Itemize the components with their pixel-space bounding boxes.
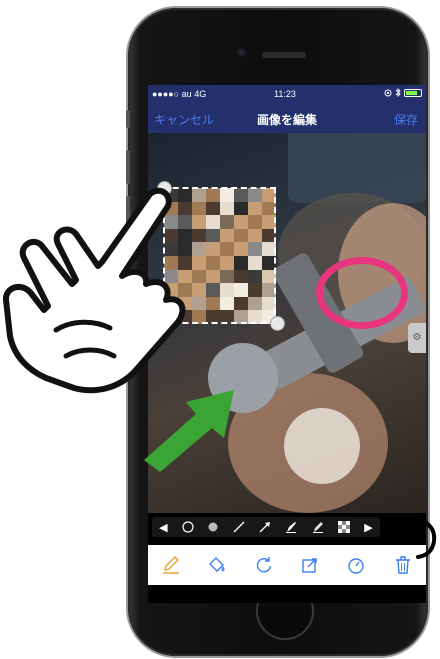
speaker-grille bbox=[262, 52, 306, 58]
paint-bucket-icon[interactable] bbox=[203, 551, 231, 579]
carrier-signal: ●●●●○ au 4G bbox=[152, 89, 207, 99]
bottom-toolbar bbox=[148, 545, 426, 585]
rotate-icon[interactable] bbox=[250, 551, 278, 579]
bluetooth-icon bbox=[395, 88, 401, 97]
save-button[interactable]: 保存 bbox=[394, 111, 418, 128]
pointing-hand-icon bbox=[3, 187, 186, 394]
line-icon[interactable] bbox=[233, 521, 245, 533]
pencil-icon[interactable] bbox=[157, 551, 185, 579]
highlighter-icon[interactable] bbox=[312, 521, 324, 533]
mute-switch bbox=[126, 110, 130, 128]
timer-icon[interactable] bbox=[342, 551, 370, 579]
status-time: 11:23 bbox=[274, 89, 296, 99]
crop-icon[interactable] bbox=[296, 551, 324, 579]
status-bar: ●●●●○ au 4G 11:23 bbox=[148, 85, 426, 103]
magnifier-loupe bbox=[284, 408, 360, 484]
settings-tab[interactable]: ⚙ bbox=[408, 323, 426, 353]
battery-icon bbox=[404, 88, 422, 97]
mosaic-icon[interactable] bbox=[337, 521, 350, 533]
right-arrow-icon[interactable]: ▶ bbox=[364, 521, 372, 534]
marker-icon[interactable] bbox=[285, 521, 297, 533]
rotation-lock-icon bbox=[384, 89, 392, 96]
filled-circle-icon[interactable] bbox=[208, 522, 218, 532]
status-icons bbox=[384, 88, 422, 97]
drawing-tool-strip: ◀ ▶ bbox=[152, 517, 380, 537]
annotation-circle bbox=[316, 257, 408, 329]
arrow-tool-icon[interactable] bbox=[259, 521, 271, 533]
front-camera bbox=[237, 48, 246, 57]
hollow-circle-icon[interactable] bbox=[182, 521, 194, 533]
left-arrow-icon[interactable]: ◀ bbox=[159, 521, 167, 534]
navigation-bar: キャンセル 画像を編集 保存 bbox=[148, 103, 426, 133]
volume-up-button bbox=[126, 150, 130, 184]
page-title: 画像を編集 bbox=[256, 113, 317, 127]
battery-level bbox=[406, 90, 417, 95]
resize-handle-bottom-right[interactable] bbox=[270, 316, 285, 331]
trash-icon[interactable] bbox=[389, 551, 417, 579]
partial-shape bbox=[416, 517, 437, 559]
